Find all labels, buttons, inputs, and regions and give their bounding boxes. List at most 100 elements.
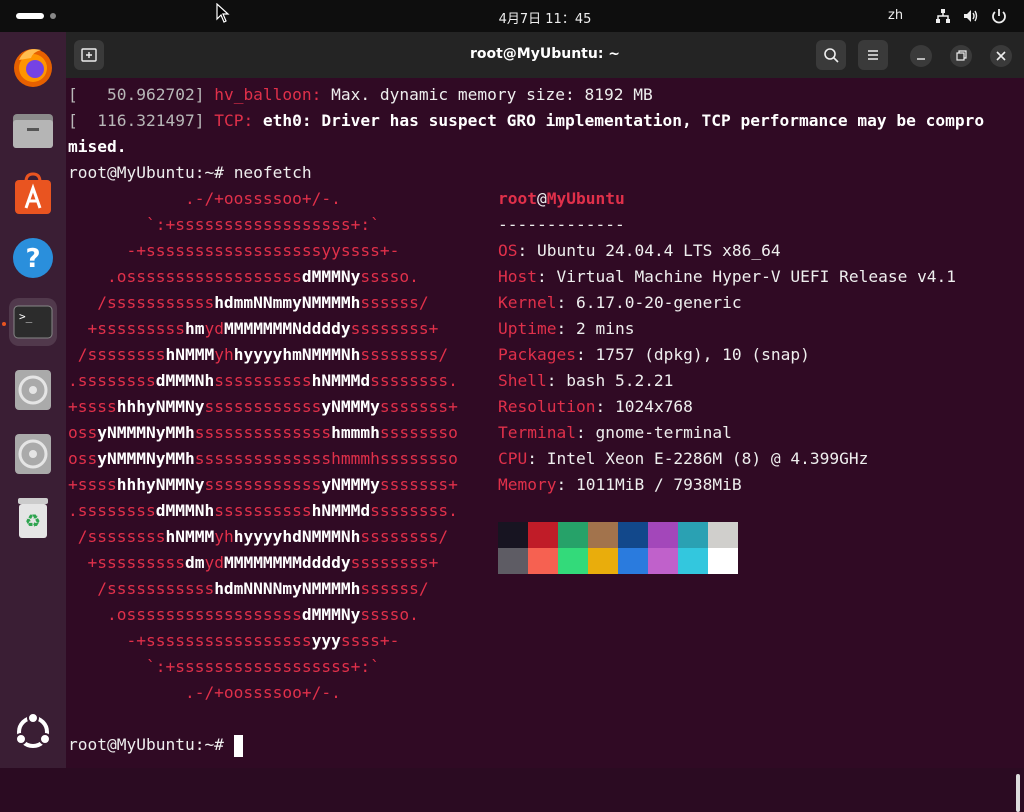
dock-item-disc-1[interactable] xyxy=(9,366,57,414)
ascii-logo-segment: ssssssss. xyxy=(370,371,458,390)
neofetch-field: Uptime: 2 mins xyxy=(498,316,634,342)
ascii-logo-segment: oss xyxy=(68,449,98,468)
restore-button[interactable] xyxy=(950,45,972,67)
power-icon[interactable] xyxy=(990,7,1008,25)
neofetch-field: Terminal: gnome-terminal xyxy=(498,420,732,446)
dock-item-firefox[interactable] xyxy=(9,42,57,90)
ascii-logo-segment: dm xyxy=(184,553,205,572)
ascii-logo-line: .ossssssssssssssssssdMMMNysssso. xyxy=(68,264,419,290)
ascii-logo-segment: yd xyxy=(204,553,224,572)
ascii-logo-line: `:+ssssssssssssssssss+:` xyxy=(68,654,380,680)
clock[interactable]: 4月7日 11：45 xyxy=(0,8,1024,27)
prompt: root@MyUbuntu:~# xyxy=(68,735,234,754)
prompt: root@MyUbuntu:~# xyxy=(68,163,234,182)
title-bar[interactable]: root@MyUbuntu: ~ xyxy=(66,32,1024,78)
field-value: : gnome-terminal xyxy=(575,423,732,442)
color-swatch xyxy=(588,548,618,574)
scrollbar[interactable] xyxy=(1016,774,1020,812)
terminal-content[interactable]: [ 50.962702] hv_balloon: Max. dynamic me… xyxy=(66,82,1024,812)
dock: ? >_ ♻ xyxy=(0,32,66,768)
ascii-logo-segment: dMMMNy xyxy=(301,267,361,286)
color-swatch xyxy=(618,522,648,548)
neofetch-field: CPU: Intel Xeon E-2286M (8) @ 4.399GHz xyxy=(498,446,868,472)
close-button[interactable] xyxy=(990,45,1012,67)
field-value: : 1757 (dpkg), 10 (snap) xyxy=(575,345,810,364)
minimize-icon xyxy=(917,58,925,60)
dock-item-help[interactable]: ? xyxy=(9,234,57,282)
command: neofetch xyxy=(233,163,312,182)
dmesg-source: hv_balloon: xyxy=(214,85,322,104)
ascii-logo-segment: yd xyxy=(204,319,224,338)
minimize-button[interactable] xyxy=(910,45,932,67)
ascii-logo-segment: oss xyxy=(68,423,98,442)
neofetch-separator: ------------- xyxy=(498,215,625,234)
neofetch-title: root@MyUbuntu xyxy=(498,186,625,212)
color-swatch xyxy=(678,548,708,574)
dock-item-disc-2[interactable] xyxy=(9,430,57,478)
color-swatch xyxy=(558,522,588,548)
ascii-logo-segment: yNMMMNyMMh xyxy=(97,423,195,442)
ascii-logo-segment: /sssssssssss xyxy=(68,579,215,598)
ascii-logo-segment: ssssssss/ xyxy=(360,345,449,364)
ascii-logo-segment: /ssssssss xyxy=(68,345,166,364)
field-value: : Virtual Machine Hyper-V UEFI Release v… xyxy=(536,267,957,286)
ascii-logo-line: /ssssssssssshdmmNNmmyNMMMMhssssss/ xyxy=(68,290,429,316)
ascii-logo-segment: hhhyNMMNy xyxy=(116,475,205,494)
svg-text:>_: >_ xyxy=(19,310,33,323)
ascii-logo-segment: hNMMMd xyxy=(311,371,371,390)
hamburger-menu-icon xyxy=(868,50,878,60)
dock-item-show-apps[interactable] xyxy=(9,708,57,756)
dmesg-timestamp: [ 116.321497] xyxy=(68,111,205,130)
firefox-icon xyxy=(14,49,52,87)
close-icon xyxy=(996,51,1006,61)
text-cursor xyxy=(233,734,243,757)
ascii-logo-segment: /ssssssss xyxy=(68,527,166,546)
dock-item-app-center[interactable] xyxy=(9,170,57,218)
color-swatch xyxy=(648,548,678,574)
dock-item-trash[interactable]: ♻ xyxy=(9,494,57,542)
files-icon xyxy=(13,114,53,148)
svg-text:♻: ♻ xyxy=(25,511,41,532)
ascii-logo-segment: hNMMMd xyxy=(311,501,371,520)
color-swatch xyxy=(648,522,678,548)
ascii-logo-segment: ssssssss. xyxy=(370,501,458,520)
ascii-logo-segment: hdmmNNmmyNMMMMh xyxy=(214,293,361,312)
command-line: root@MyUbuntu:~# neofetch xyxy=(68,160,312,186)
color-swatch xyxy=(528,548,558,574)
ascii-logo-segment: MMMMMMMNddddy xyxy=(223,319,351,338)
ascii-logo-segment: ssssssssssssss xyxy=(194,423,332,442)
search-button[interactable] xyxy=(816,40,846,70)
ascii-logo-line: -+ssssssssssssssssssyyssss+- xyxy=(68,238,399,264)
terminal-icon: >_ xyxy=(13,305,53,339)
app-center-icon xyxy=(15,172,51,214)
input-method-indicator[interactable]: zh xyxy=(888,8,903,23)
field-key: Packages xyxy=(498,345,576,364)
network-icon[interactable] xyxy=(934,7,952,25)
ascii-logo-segment: sssssssssssssshmmmhssssssso xyxy=(194,449,458,468)
ascii-logo-segment: ssss+- xyxy=(340,631,400,650)
ascii-logo-segment: /sssssssssss xyxy=(68,293,215,312)
volume-icon[interactable] xyxy=(962,7,980,25)
ascii-logo-segment: .-/+oossssoo+/-. xyxy=(68,683,341,702)
ascii-logo-line: +sssshhhyNMMNyssssssssssssyNMMMysssssss+ xyxy=(68,472,458,498)
ascii-logo-segment: .ssssssss xyxy=(68,501,156,520)
ascii-logo-segment: yh xyxy=(214,345,234,364)
ascii-logo-segment: hyyyyhdNMMMNh xyxy=(233,527,361,546)
ascii-logo-segment: hNMMM xyxy=(165,345,215,364)
svg-text:?: ? xyxy=(25,244,40,274)
field-value: : 6.17.0-20-generic xyxy=(556,293,742,312)
field-key: Kernel xyxy=(498,293,557,312)
ascii-logo-segment: dMMMNh xyxy=(155,371,215,390)
dmesg-source: TCP: xyxy=(214,111,254,130)
dmesg-line: [ 50.962702] hv_balloon: Max. dynamic me… xyxy=(68,82,653,108)
dock-item-files[interactable] xyxy=(9,106,57,154)
ascii-logo-segment: hmmmh xyxy=(331,423,380,442)
field-key: Host xyxy=(498,267,537,286)
ascii-logo-segment: ssssss/ xyxy=(360,293,429,312)
field-value: : 1024x768 xyxy=(595,397,693,416)
ascii-logo-segment: ssssssssss xyxy=(214,371,312,390)
menu-button[interactable] xyxy=(858,40,888,70)
ascii-logo-segment: dMMMNy xyxy=(301,605,361,624)
dock-item-terminal[interactable]: >_ xyxy=(9,298,57,346)
ascii-logo-line: +sssshhhyNMMNyssssssssssssyNMMMysssssss+ xyxy=(68,394,458,420)
